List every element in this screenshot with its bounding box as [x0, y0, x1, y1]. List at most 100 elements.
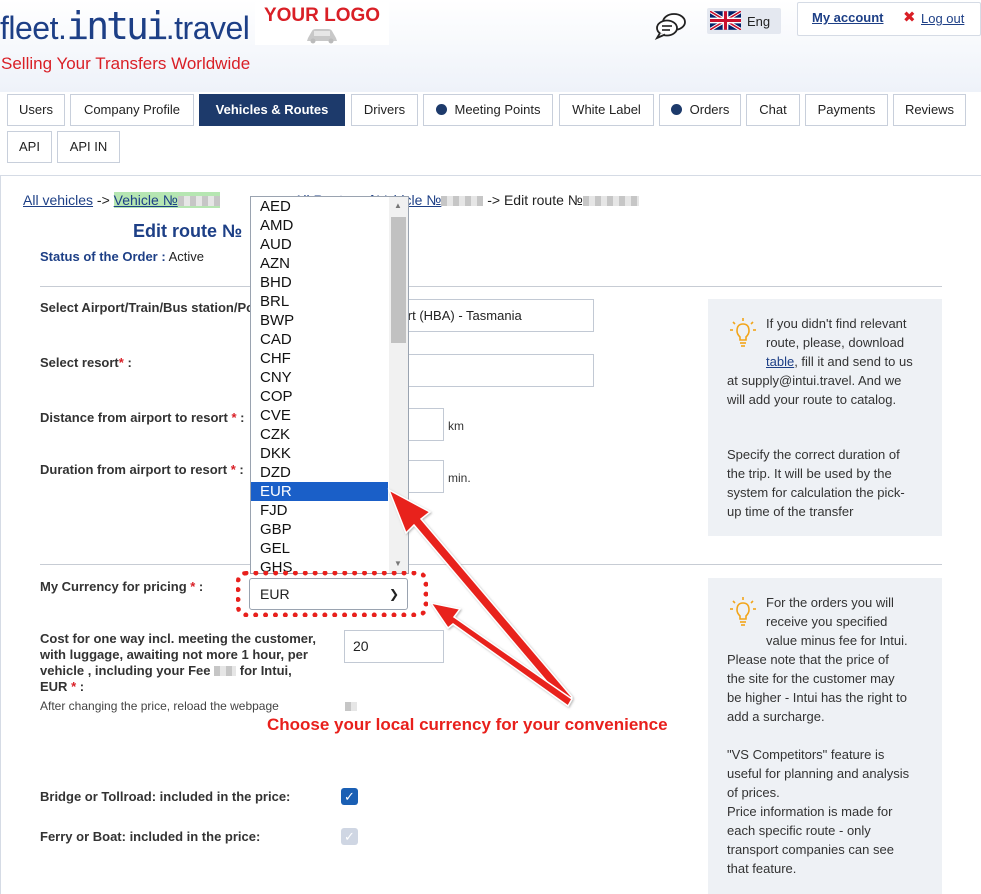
currency-option[interactable]: CVE: [251, 406, 388, 425]
breadcrumb-all-vehicles[interactable]: All vehicles: [23, 192, 93, 208]
my-account-link[interactable]: My account: [812, 10, 884, 25]
tab-label: Users: [19, 102, 53, 117]
redacted-text: [441, 196, 484, 206]
logout-icon[interactable]: ✖: [903, 8, 916, 26]
info-line: If you didn't find relevant: [766, 316, 907, 331]
currency-option[interactable]: DKK: [251, 444, 388, 463]
required-mark: *: [186, 579, 196, 594]
info-line: route, please, download: [766, 335, 905, 350]
info-line: transport companies can see: [727, 842, 894, 857]
redacted-text: [345, 702, 357, 711]
tab-chat[interactable]: Chat: [746, 94, 800, 126]
header: fleet.intui.travel Selling Your Transfer…: [0, 0, 981, 92]
chat-icon[interactable]: [654, 12, 688, 40]
currency-option-selected[interactable]: EUR: [251, 482, 388, 501]
bridge-checkbox[interactable]: ✓: [341, 788, 358, 805]
tagline: Selling Your Transfers Worldwide: [1, 54, 251, 73]
currency-option[interactable]: COP: [251, 387, 388, 406]
info-line: "VS Competitors" feature is: [727, 747, 885, 762]
colon: :: [195, 579, 204, 594]
tab-reviews[interactable]: Reviews: [893, 94, 966, 126]
currency-dropdown-list[interactable]: AED AMD AUD AZN BHD BRL BWP CAD CHF CNY …: [250, 196, 409, 574]
page-title: Edit route №: [133, 221, 243, 241]
info-line: Specify the correct duration of: [727, 447, 900, 462]
cost-label-part: vehicle , including your Fee: [40, 663, 211, 678]
ferry-label: Ferry or Boat: included in the price:: [40, 829, 261, 844]
currency-option[interactable]: AED: [251, 197, 388, 216]
highlight-box: [236, 571, 428, 617]
currency-option[interactable]: DZD: [251, 463, 388, 482]
currency-option[interactable]: FJD: [251, 501, 388, 520]
currency-option[interactable]: GBP: [251, 520, 388, 539]
logo-brand: intui: [66, 4, 168, 48]
currency-option[interactable]: GEL: [251, 539, 388, 558]
tab-api[interactable]: API: [7, 131, 52, 163]
your-logo-placeholder: YOUR LOGO: [255, 2, 389, 45]
duration-unit: min.: [448, 471, 471, 485]
required-mark: *: [227, 462, 236, 477]
scroll-down-arrow-icon[interactable]: ▼: [394, 559, 402, 568]
tab-meeting-points[interactable]: Meeting Points: [423, 94, 553, 126]
scrollbar-thumb[interactable]: [391, 217, 406, 343]
currency-option[interactable]: AMD: [251, 216, 388, 235]
info-line: value minus fee for Intui.: [766, 633, 908, 648]
info-box-routes: If you didn't find relevant route, pleas…: [708, 299, 942, 536]
tab-users[interactable]: Users: [7, 94, 65, 126]
info-line-rest: , fill it and send to us: [794, 354, 913, 369]
info-line: table, fill it and send to us: [727, 352, 931, 371]
download-table-link[interactable]: table: [766, 354, 794, 369]
tab-api-in[interactable]: API IN: [57, 131, 120, 163]
account-box: My account ✖ Log out: [797, 2, 981, 36]
currency-option[interactable]: BRL: [251, 292, 388, 311]
tab-payments[interactable]: Payments: [805, 94, 888, 126]
tab-label: API IN: [69, 139, 108, 154]
tab-vehicles-routes[interactable]: Vehicles & Routes: [199, 94, 345, 126]
redacted-text: [582, 196, 639, 206]
dropdown-scrollbar[interactable]: ▲ ▼: [389, 197, 408, 573]
info-line: be higher - Intui has the right to: [727, 690, 907, 705]
tab-label: White Label: [572, 102, 641, 117]
info-line: the trip. It will be used by the: [727, 466, 892, 481]
currency-option[interactable]: AUD: [251, 235, 388, 254]
currency-option[interactable]: CAD: [251, 330, 388, 349]
tab-orders[interactable]: Orders: [659, 94, 741, 126]
cost-input[interactable]: 20: [344, 630, 444, 663]
order-status: Status of the Order : Active: [40, 249, 204, 264]
info-line: each specific route - only: [727, 823, 871, 838]
info-line: that feature.: [727, 861, 797, 876]
divider: [40, 286, 942, 287]
language-selector[interactable]: Eng: [707, 8, 781, 34]
info-line: For the orders you will: [766, 595, 894, 610]
tab-white-label[interactable]: White Label: [559, 94, 654, 126]
redacted-text: [177, 196, 220, 206]
redacted-text: [214, 666, 237, 676]
currency-option[interactable]: BWP: [251, 311, 388, 330]
tab-label: Vehicles & Routes: [215, 102, 329, 117]
ferry-checkbox[interactable]: ✓: [341, 828, 358, 845]
scroll-up-arrow-icon[interactable]: ▲: [394, 201, 402, 210]
colon: :: [123, 355, 132, 370]
resort-input[interactable]: [380, 354, 594, 387]
currency-option[interactable]: CHF: [251, 349, 388, 368]
colon: :: [236, 410, 245, 425]
currency-label-text: My Currency for pricing: [40, 579, 187, 594]
airport-input[interactable]: rport (HBA) - Tasmania: [380, 299, 594, 332]
status-label: Status of the Order :: [40, 249, 166, 264]
currency-option[interactable]: BHD: [251, 273, 388, 292]
car-icon: [307, 29, 337, 44]
currency-option[interactable]: AZN: [251, 254, 388, 273]
site-logo[interactable]: fleet.intui.travel: [0, 4, 250, 48]
currency-option[interactable]: CNY: [251, 368, 388, 387]
currency-label: My Currency for pricing * :: [40, 579, 203, 594]
cost-label: Cost for one way incl. meeting the custo…: [40, 631, 316, 695]
tab-label: Drivers: [363, 102, 406, 117]
logo-suffix: .travel: [165, 10, 250, 46]
tab-label: API: [19, 139, 40, 154]
language-label: Eng: [747, 14, 771, 29]
currency-option[interactable]: CZK: [251, 425, 388, 444]
breadcrumb-vehicle[interactable]: Vehicle №: [113, 192, 220, 208]
tab-company-profile[interactable]: Company Profile: [70, 94, 194, 126]
tab-drivers[interactable]: Drivers: [351, 94, 418, 126]
logout-link[interactable]: Log out: [921, 11, 964, 26]
